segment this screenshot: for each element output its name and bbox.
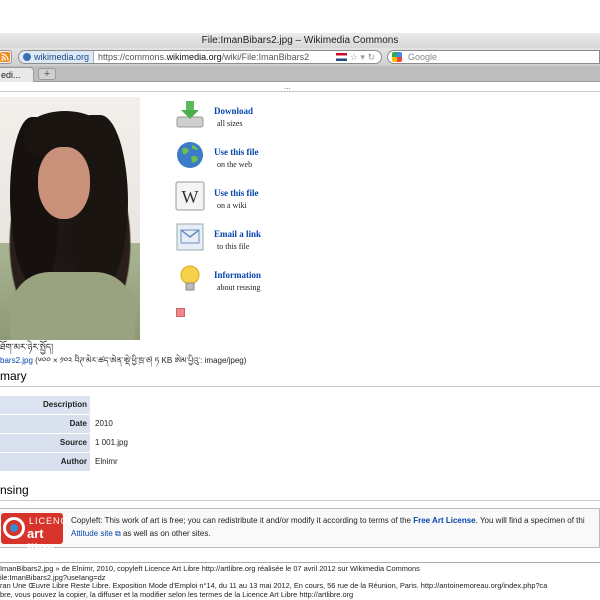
tab-bar: edi... + (0, 66, 600, 82)
action-title: Use this file (214, 188, 259, 198)
use-on-wiki-action[interactable]: W Use this file on a wiki (175, 181, 305, 215)
history-dropdown-icon[interactable]: ▾ (360, 52, 365, 62)
address-bar[interactable]: wikimedia.org https://commons.wikimedia.o… (18, 50, 382, 64)
licence-text-part: as well as on other sites. (120, 529, 211, 538)
navigation-bar: wikimedia.org https://commons.wikimedia.o… (0, 48, 600, 66)
action-title: Download (214, 106, 254, 116)
email-link-action[interactable]: Email a link to this file (175, 222, 305, 256)
divider (0, 386, 600, 387)
licence-logo-text: art libre (27, 526, 55, 556)
bookmark-star-icon[interactable]: ☆ (350, 52, 358, 62)
site-identity-label: wikimedia.org (34, 52, 90, 62)
divider (0, 91, 600, 92)
licence-logo-icon (3, 517, 25, 539)
action-subtitle: to this file (217, 242, 250, 251)
external-link-icon: ⧉ (112, 529, 121, 538)
url-domain: wikimedia.org (166, 52, 222, 62)
licensing-section: nsing (0, 483, 600, 501)
action-subtitle: on a wiki (217, 201, 247, 210)
use-on-web-action[interactable]: Use this file on the web (175, 140, 305, 174)
file-preview-image[interactable] (0, 97, 140, 340)
language-flag-icon[interactable] (336, 53, 348, 61)
field-value: 2010 (95, 419, 113, 428)
licence-template: LICENCE art libre Copyleft: This work of… (0, 508, 600, 556)
licence-art-libre-logo[interactable]: LICENCE art libre (1, 513, 74, 556)
url-prefix: https://commons. (98, 52, 167, 62)
rss-icon (0, 52, 10, 62)
table-row: Author Elnimr (0, 453, 600, 471)
table-row: Source 1 001.jpg (0, 434, 600, 452)
wikipedia-icon: W (175, 181, 205, 211)
tab-current[interactable]: edi... (0, 67, 34, 82)
window-title: File:ImanBibars2.jpg – Wikimedia Commons (0, 33, 600, 48)
licence-text: Copyleft: This work of art is free; you … (71, 514, 600, 540)
new-tab-button[interactable]: + (38, 68, 56, 80)
free-art-license-link[interactable]: Free Art License (413, 516, 475, 525)
lightbulb-icon (180, 265, 200, 291)
globe-icon (177, 142, 203, 168)
reuse-information-action[interactable]: Information about reusing (175, 263, 305, 297)
field-label: Source (0, 434, 90, 452)
licence-text-part: . You will find a specimen of thi (475, 516, 585, 525)
reload-icon[interactable]: ↻ (367, 52, 375, 62)
download-icon (176, 101, 204, 128)
search-input[interactable]: Google (387, 50, 600, 64)
licensing-heading: nsing (0, 483, 29, 497)
url-text: https://commons.wikimedia.org/wiki/File:… (94, 52, 309, 62)
action-title: Use this file (214, 147, 259, 157)
url-path: /wiki/File:ImanBibars2 (221, 52, 310, 62)
rss-feed-button[interactable] (0, 50, 12, 64)
download-action[interactable]: Download all sizes (175, 99, 305, 133)
action-title: Information (214, 270, 261, 280)
table-row: Description (0, 396, 600, 414)
field-value: 1 001.jpg (95, 438, 128, 447)
email-icon (176, 223, 204, 251)
field-value: Elnimr (95, 457, 118, 466)
summary-section: mary (0, 369, 600, 387)
status-line: bre, vous pouvez la copier, la diffuser … (0, 589, 354, 599)
site-identity-button[interactable]: wikimedia.org (19, 51, 95, 63)
status-text: ImanBibars2.jpg » de Elnimr, 2010, copyl… (0, 562, 600, 600)
action-subtitle: on the web (217, 160, 253, 169)
field-label: Date (0, 415, 90, 433)
field-label: Author (0, 453, 90, 471)
licence-text-part: Copyleft: This work of art is free; you … (71, 516, 414, 525)
interlanguage-fragment[interactable]: ... (284, 82, 291, 91)
search-placeholder: Google (408, 52, 438, 62)
attitude-site-link[interactable]: Attitude site (71, 529, 113, 538)
action-subtitle: about reusing (217, 283, 261, 292)
site-globe-icon (23, 53, 31, 61)
table-row: Date 2010 (0, 415, 600, 433)
url-bar-icons: ☆ ▾ ↻ (336, 51, 375, 63)
action-subtitle: all sizes (217, 119, 243, 128)
action-title: Email a link (214, 229, 262, 239)
page-content: ... ཐོག་མར་ཉེར་སྤྱོད། bars2.jpg (༦༠༠ × ༡… (0, 82, 600, 560)
file-details: (༦༠༠ × ༡༠༢ བིཊ་མེར་ཚད་ཨེན་ཨྡེ་ཕྱི་ཁྲ་ཙ། … (32, 356, 247, 365)
divider (0, 500, 600, 501)
google-icon (392, 52, 402, 62)
close-icon[interactable] (176, 308, 185, 317)
field-label: Description (0, 396, 90, 414)
licence-logo-text: LICENCE (29, 516, 76, 526)
full-resolution-link[interactable]: bars2.jpg (0, 356, 33, 365)
summary-heading: mary (0, 369, 27, 383)
svg-text:W: W (182, 187, 199, 207)
